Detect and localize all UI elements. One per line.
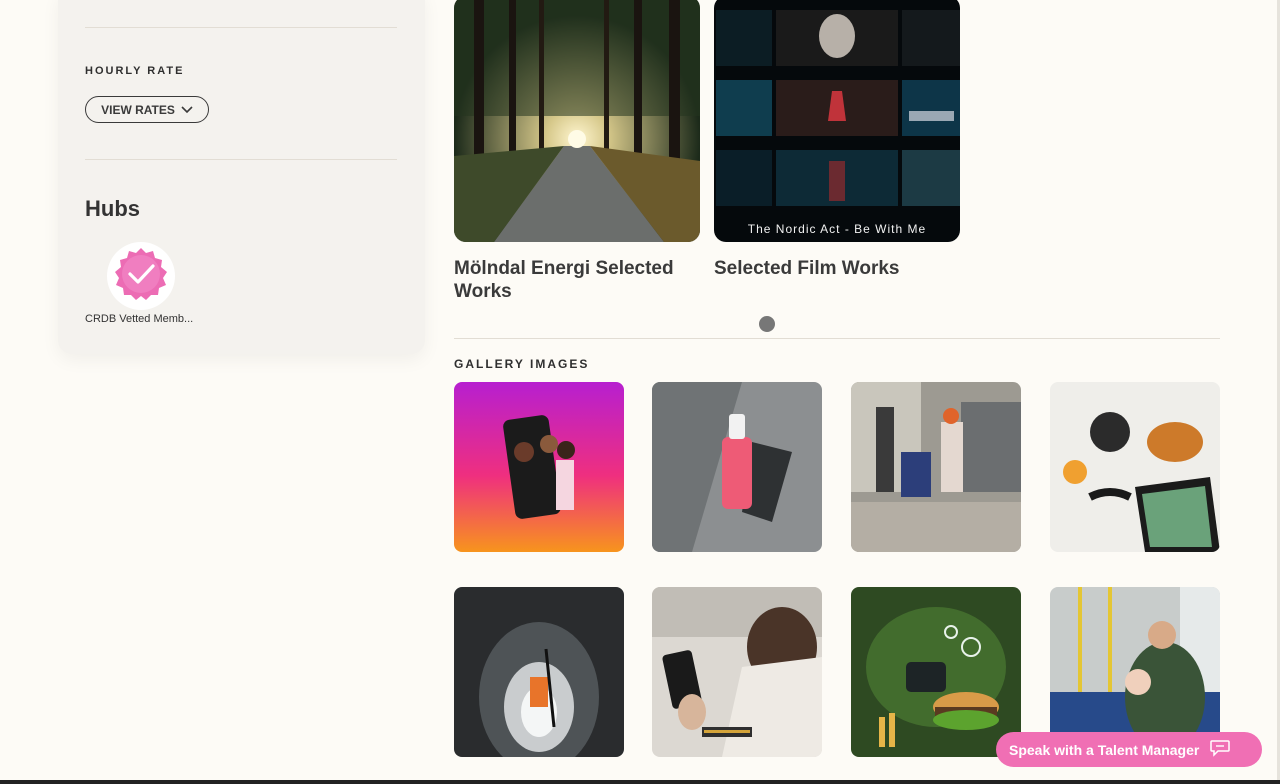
speak-with-talent-manager-button[interactable]: Speak with a Talent Manager [996,732,1262,767]
verified-badge-icon [113,246,169,307]
view-rates-button[interactable]: VIEW RATES [85,96,209,123]
gallery-images-label: GALLERY IMAGES [454,357,590,371]
bottom-edge-bar [0,780,1280,784]
gallery-image[interactable] [851,587,1021,757]
chevron-down-icon [181,103,193,117]
gallery-image[interactable] [454,587,624,757]
gallery-image[interactable] [652,382,822,552]
hourly-rate-label: HOURLY RATE [85,65,185,77]
gallery-divider [454,338,1220,339]
hub-badge[interactable] [107,242,175,310]
hub-caption: CRDB Vetted Memb... [85,313,194,325]
project-card-image[interactable]: The Nordic Act - Be With Me [714,0,960,242]
gallery-image[interactable] [652,587,822,757]
gallery-image[interactable] [1050,382,1220,552]
sidebar-divider [85,27,397,28]
gallery-image[interactable] [454,382,624,552]
gallery-image[interactable] [851,382,1021,552]
carousel-dot[interactable] [759,316,775,332]
project-title[interactable]: Mölndal Energi Selected Works [454,257,700,303]
sidebar-divider [85,159,397,160]
hubs-title: Hubs [85,196,140,221]
cta-label: Speak with a Talent Manager [1009,741,1200,758]
project-card-image[interactable] [454,0,700,242]
chat-bubble-icon [1209,739,1231,760]
project-title[interactable]: Selected Film Works [714,257,960,280]
view-rates-label: VIEW RATES [101,102,175,117]
project-overlay-caption: The Nordic Act - Be With Me [747,222,927,236]
